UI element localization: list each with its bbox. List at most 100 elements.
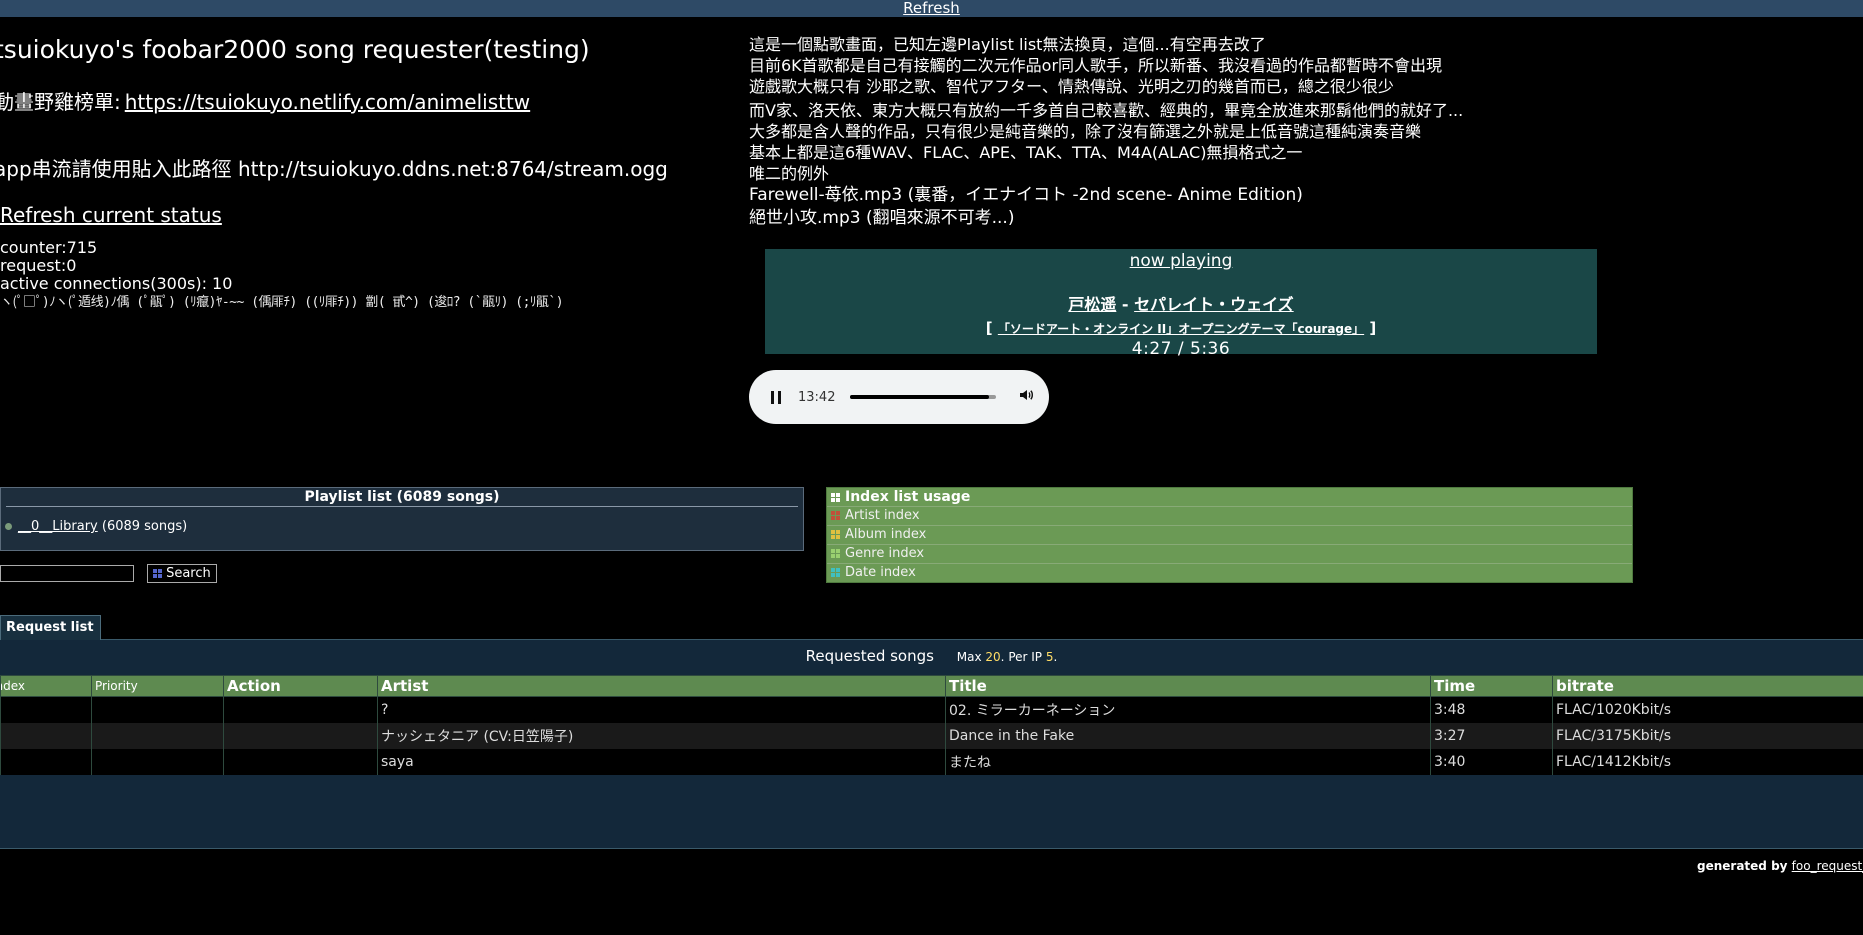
column-header-index: Index: [0, 675, 92, 697]
request-panel: Requested songs Max 20. Per IP 5. Index …: [0, 640, 1863, 849]
column-header-priority: Priority: [91, 675, 224, 697]
counter-text: counter:715: [0, 238, 98, 257]
grid-icon: [831, 568, 840, 577]
search-row: Search: [0, 563, 217, 583]
notice-line: 絕世小攻.mp3 (翻唱來源不可考...): [749, 208, 1015, 228]
request-count-text: request:0: [0, 256, 77, 275]
grid-icon: [831, 549, 840, 558]
progress-slider[interactable]: [850, 395, 997, 399]
pause-icon[interactable]: [771, 390, 781, 404]
index-item-genre[interactable]: Genre index: [827, 545, 1632, 564]
now-playing-link[interactable]: now playing: [1130, 251, 1233, 271]
index-item-label: Date index: [845, 565, 916, 580]
stream-url-text: app串流請使用貼入此路徑 http://tsuiokuyo.ddns.net:…: [0, 157, 668, 181]
cell-time: 3:48: [1430, 696, 1553, 723]
tab-bar: Request list: [0, 615, 1863, 640]
header-section: tsuiokuyo's foobar2000 song requester(te…: [0, 32, 740, 312]
cell-action: [223, 723, 378, 749]
album-bracket-close: ]: [1364, 319, 1377, 337]
anime-rank-label: 動畫野雞榜單:: [0, 90, 121, 114]
cell-action: [223, 749, 378, 775]
cell-priority: [91, 749, 224, 775]
now-playing-album[interactable]: 「ソードアート・オンライン II」オープニングテーマ「courage」: [998, 322, 1364, 336]
index-item-date[interactable]: Date index: [827, 564, 1632, 582]
cell-index: [0, 749, 92, 775]
album-bracket-open: [: [985, 319, 998, 337]
playlist-item: __0__Library (6089 songs): [5, 519, 803, 534]
progress-fill: [850, 395, 990, 399]
column-header-artist: Artist: [377, 675, 946, 697]
playlist-library-link[interactable]: __0__Library: [18, 519, 98, 534]
page-title: tsuiokuyo's foobar2000 song requester(te…: [0, 35, 590, 64]
grid-icon: [831, 492, 840, 502]
notice-line: 目前6K首歌都是自己有接觸的二次元作品or同人歌手，所以新番、我沒看過的作品都暫…: [749, 56, 1443, 75]
now-playing-song: 戸松遥 - セパレイト・ウェイズ: [765, 291, 1597, 315]
index-item-label: Artist index: [845, 508, 920, 523]
grid-icon: [831, 511, 840, 520]
cell-artist: ?: [377, 696, 946, 723]
limit-period: .: [1053, 650, 1058, 664]
cell-priority: [91, 723, 224, 749]
refresh-status-link[interactable]: Refresh current status: [0, 203, 740, 227]
cell-title: Dance in the Fake: [945, 723, 1431, 749]
cell-time: 3:27: [1430, 723, 1553, 749]
playlist-panel: Playlist list (6089 songs) __0__Library …: [0, 487, 804, 551]
cell-bitrate: FLAC/1020Kbit/s: [1552, 696, 1863, 723]
playlist-heading: Playlist list (6089 songs): [6, 488, 798, 507]
limit-separator: .: [1000, 650, 1005, 664]
requested-heading: Requested songs: [805, 647, 934, 665]
search-input[interactable]: [0, 565, 134, 582]
cell-action: [223, 696, 378, 723]
footer-generated-by: generated by: [1697, 859, 1788, 873]
anime-rank-link[interactable]: https://tsuiokuyo.netlify.com/animelistt…: [125, 90, 530, 114]
table-row: ナッシェタニア (CV:日笠陽子) Dance in the Fake 3:27…: [0, 723, 1863, 749]
anime-rank-row: 動畫野雞榜單: https://tsuiokuyo.netlify.com/ani…: [0, 86, 740, 115]
top-bar: Refresh: [0, 0, 1863, 17]
notice-line: 遊戲歌大概只有 沙耶之歌、智代アフター、情熱傳說、光明之刃的幾首而已，總之很少很…: [749, 77, 1394, 96]
emoticon-text: ヽ(ﾟ□ﾟ)ﾉヽ(ﾟ遁线)ﾉ偊 (ﾟ瓹ﾟ) (ﾘ癙)ﾔ-~~ (偊厞ﾁ) ((ﾘ…: [0, 295, 564, 310]
cell-artist: saya: [377, 749, 946, 775]
notice-line: 而V家、洛天依、東方大概只有放約一千多首自己較喜歡、經典的，畢竟全放進來那鬍他們…: [749, 101, 1464, 120]
cell-bitrate: FLAC/1412Kbit/s: [1552, 749, 1863, 775]
volume-icon[interactable]: [1018, 387, 1034, 407]
tab-request-list[interactable]: Request list: [0, 615, 101, 640]
search-button-label: Search: [166, 566, 211, 581]
table-row: saya またね 3:40 FLAC/1412Kbit/s: [0, 749, 1863, 775]
active-connections-text: active connections(300s): 10: [0, 274, 233, 293]
stats-block: counter:715 request:0 active connections…: [0, 239, 740, 312]
refresh-link[interactable]: Refresh: [903, 0, 960, 17]
grid-icon: [153, 569, 163, 578]
column-header-bitrate: bitrate: [1552, 675, 1863, 697]
bullet-icon: [5, 523, 12, 530]
cell-time: 3:40: [1430, 749, 1553, 775]
column-header-time: Time: [1430, 675, 1553, 697]
per-ip-label: Per IP: [1008, 650, 1043, 664]
index-item-album[interactable]: Album index: [827, 526, 1632, 545]
column-header-action: Action: [223, 675, 378, 697]
request-table: Index Priority Action Artist Title Time …: [0, 675, 1863, 775]
now-playing-artist[interactable]: 戸松遥: [1068, 295, 1116, 314]
per-ip-value: 5: [1045, 650, 1054, 664]
index-heading: Index list usage: [827, 488, 1632, 507]
index-panel: Index list usage Artist index Album inde…: [826, 487, 1633, 583]
notice-block: 這是一個點歌畫面，已知左邊Playlist list無法換頁，這個...有空再去…: [749, 34, 1509, 229]
footer-link[interactable]: foo_request_base: [1792, 859, 1863, 873]
notice-line: Farewell-苺依.mp3 (裏番，イエナイコト -2nd scene- A…: [749, 185, 1303, 205]
cell-index: [0, 696, 92, 723]
now-playing-album-row: [ 「ソードアート・オンライン II」オープニングテーマ「courage」 ]: [765, 319, 1597, 337]
cell-priority: [91, 696, 224, 723]
now-playing-separator: -: [1116, 295, 1135, 314]
footer: generated by foo_request_base: [1697, 859, 1863, 873]
index-item-label: Genre index: [845, 546, 925, 561]
search-button[interactable]: Search: [147, 564, 217, 583]
table-row: ? 02. ミラーカーネーション 3:48 FLAC/1020Kbit/s: [0, 696, 1863, 723]
notice-line: 大多都是含人聲的作品，只有很少是純音樂的，除了沒有篩選之外就是上低音號這種純演奏…: [749, 122, 1422, 141]
column-header-title: Title: [945, 675, 1431, 697]
index-item-artist[interactable]: Artist index: [827, 507, 1632, 526]
max-label: Max: [956, 650, 982, 664]
requested-heading-row: Requested songs Max 20. Per IP 5.: [0, 647, 1863, 671]
player-time: 13:42: [798, 389, 836, 405]
audio-player: 13:42: [749, 370, 1049, 424]
cell-title: 02. ミラーカーネーション: [945, 696, 1431, 723]
now-playing-title[interactable]: セパレイト・ウェイズ: [1134, 295, 1294, 314]
